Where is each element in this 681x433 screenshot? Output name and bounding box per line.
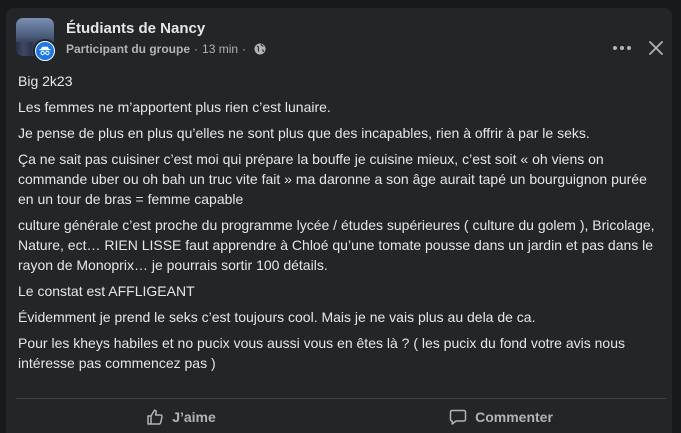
like-label: J’aime: [172, 408, 216, 425]
user-avatar[interactable]: [33, 39, 57, 63]
comment-label: Commenter: [475, 408, 553, 425]
more-horizontal-icon: [613, 46, 631, 50]
comment-icon: [449, 409, 467, 425]
group-name[interactable]: Étudiants de Nancy: [66, 20, 205, 37]
post-paragraph: Ça ne sait pas cuisiner c’est moi qui pr…: [18, 151, 647, 207]
post-paragraph: culture générale c’est proche du program…: [18, 217, 655, 273]
post-time[interactable]: 13 min: [202, 42, 238, 56]
post-content: Big 2k23 Les femmes ne m’apportent plus …: [18, 71, 664, 379]
meta-separator: ·: [194, 42, 199, 56]
post-actions: J’aime Commenter: [6, 400, 672, 433]
post-meta: Participant du groupe · 13 min ·: [66, 42, 266, 56]
close-icon: [649, 41, 663, 55]
globe-icon: [254, 43, 266, 55]
post-paragraph: Le constat est AFFLIGEANT: [18, 283, 195, 299]
meta-separator-2: ·: [242, 42, 247, 56]
post-header: Étudiants de Nancy Participant du groupe…: [16, 18, 663, 63]
comment-button[interactable]: Commenter: [436, 400, 566, 433]
like-button[interactable]: J’aime: [126, 400, 236, 433]
post-paragraph: Pour les kheys habiles et no pucix vous …: [18, 335, 626, 371]
anonymous-user-icon: [36, 42, 54, 60]
post-paragraph: Big 2k23: [18, 73, 73, 89]
close-button[interactable]: [644, 36, 668, 60]
more-options-button[interactable]: [608, 38, 636, 58]
post-paragraph: Évidemment je prend le seks c’est toujou…: [18, 309, 536, 325]
post-paragraph: Les femmes ne m’apportent plus rien c’es…: [18, 99, 331, 115]
actions-divider: [16, 398, 666, 399]
post-paragraph: Je pense de plus en plus qu’elles ne son…: [18, 125, 590, 141]
post-card: Étudiants de Nancy Participant du groupe…: [6, 8, 672, 433]
author-role: Participant du groupe: [66, 42, 191, 56]
thumbs-up-icon: [147, 408, 164, 425]
